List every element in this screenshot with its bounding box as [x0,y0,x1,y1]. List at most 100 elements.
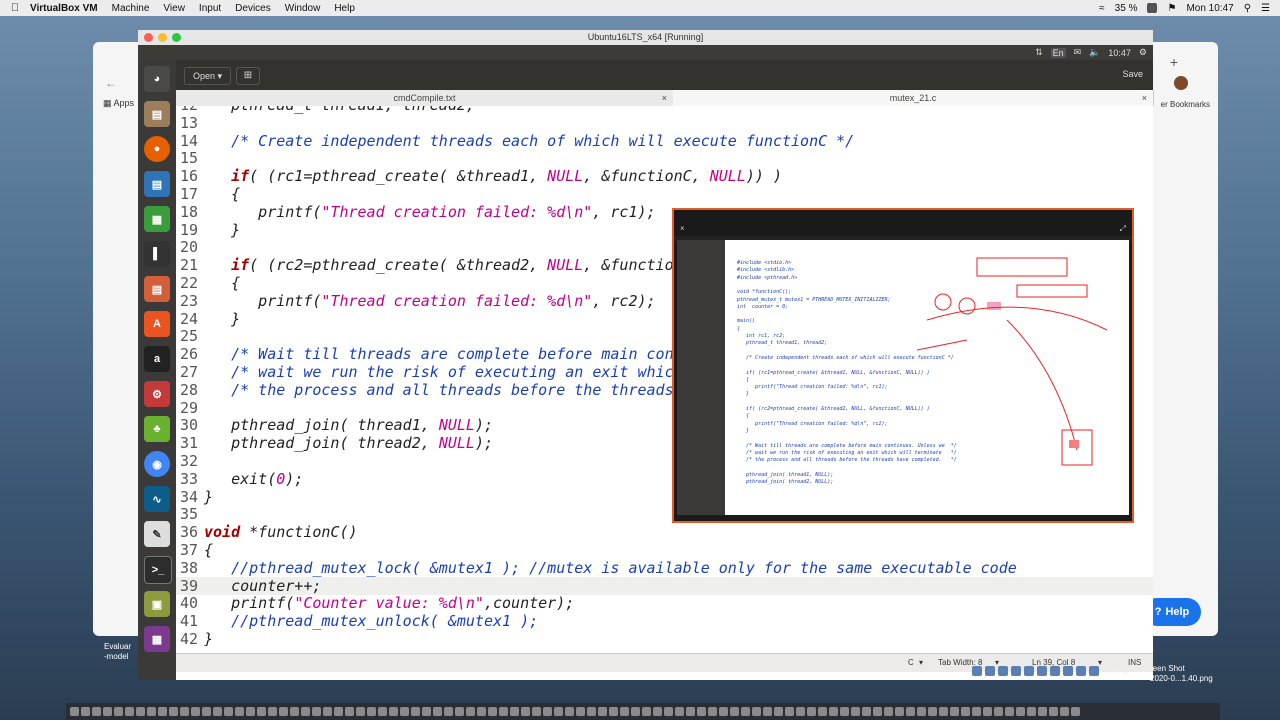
ubuntu-dash-icon[interactable]: ◕ [144,66,170,92]
dock-app-icon[interactable] [389,707,398,716]
dock-app-icon[interactable] [301,707,310,716]
system-settings-icon[interactable]: ⚙ [144,381,170,407]
dock-app-icon[interactable] [1060,707,1069,716]
network-adapter-icon[interactable] [1011,666,1021,676]
dock-app-icon[interactable] [620,707,629,716]
dock-app-icon[interactable] [1027,707,1036,716]
dock-app-icon[interactable] [818,707,827,716]
dock-app-icon[interactable] [224,707,233,716]
mail-icon[interactable]: ✉ [1074,47,1082,58]
dock-app-icon[interactable] [499,707,508,716]
tab-cmdcompile[interactable]: cmdCompile.txt × [176,90,674,106]
archive-icon[interactable]: ▣ [144,591,170,617]
video-pip-overlay[interactable]: × ⤢ #include <stdio.h> #include <stdlib.h… [672,208,1134,523]
language-selector[interactable]: C [908,658,914,667]
dock-app-icon[interactable] [873,707,882,716]
terminal-app-icon[interactable]: ▌ [144,241,170,267]
dock-app-icon[interactable] [730,707,739,716]
menu-devices[interactable]: Devices [235,3,271,14]
dock-app-icon[interactable] [829,707,838,716]
dock-app-icon[interactable] [92,707,101,716]
volume-icon[interactable]: 🔈 [1089,47,1100,58]
files-icon[interactable]: ▤ [144,101,170,127]
battery-icon[interactable] [1147,3,1158,13]
audio-icon[interactable] [998,666,1008,676]
code-line[interactable]: 36 void *functionC() [176,523,1153,541]
dock-app-icon[interactable] [378,707,387,716]
dock-app-icon[interactable] [598,707,607,716]
chrome-icon[interactable]: ◉ [144,451,170,477]
menu-view[interactable]: View [163,3,185,14]
code-line[interactable]: 37{ [176,541,1153,559]
dock-app-icon[interactable] [609,707,618,716]
dock-app-icon[interactable] [862,707,871,716]
dock-app-icon[interactable] [576,707,585,716]
minimize-window-icon[interactable] [158,33,167,42]
dock-app-icon[interactable] [444,707,453,716]
menu-input[interactable]: Input [199,3,221,14]
writer-icon[interactable]: ▤ [144,171,170,197]
dock-app-icon[interactable] [334,707,343,716]
dock-app-icon[interactable] [686,707,695,716]
dock-app-icon[interactable] [268,707,277,716]
flag-icon[interactable]: ⚑ [1167,3,1176,14]
dock-app-icon[interactable] [565,707,574,716]
battery-percent[interactable]: 35 % [1115,3,1138,14]
keyboard-lang[interactable]: En [1050,47,1066,58]
code-line-current[interactable]: 39 counter++; [176,576,1153,595]
dock-app-icon[interactable] [741,707,750,716]
usb-icon[interactable] [1024,666,1034,676]
hdd-icon[interactable] [972,666,982,676]
dock-app-icon[interactable] [543,707,552,716]
open-button[interactable]: Open ▾ [184,67,232,85]
code-line[interactable]: 14 /* Create independent threads each of… [176,132,1153,150]
dock-app-icon[interactable] [675,707,684,716]
dock-app-icon[interactable] [774,707,783,716]
apps-bookmark[interactable]: ▦ Apps [103,98,134,109]
dock-app-icon[interactable] [455,707,464,716]
dock-app-icon[interactable] [257,707,266,716]
close-tab-icon[interactable]: × [662,90,667,106]
puzzle-app-icon[interactable]: ♣ [144,416,170,442]
avatar[interactable] [1174,76,1188,90]
dock-app-icon[interactable] [125,707,134,716]
dock-app-icon[interactable] [664,707,673,716]
impress-icon[interactable]: ▤ [144,276,170,302]
dock-app-icon[interactable] [114,707,123,716]
dock-app-icon[interactable] [587,707,596,716]
dock-app-icon[interactable] [466,707,475,716]
menu-window[interactable]: Window [285,3,321,14]
dock-app-icon[interactable] [950,707,959,716]
save-button[interactable]: Save [1122,69,1143,79]
code-line[interactable]: 40 printf("Counter value: %d\n",counter)… [176,594,1153,612]
dock-app-icon[interactable] [235,707,244,716]
dock-app-icon[interactable] [972,707,981,716]
dock-app-icon[interactable] [70,707,79,716]
close-tab-icon[interactable]: × [1142,90,1147,106]
new-tab-icon[interactable]: + [1170,54,1178,70]
dock-app-icon[interactable] [1038,707,1047,716]
dock-app-icon[interactable] [752,707,761,716]
dock-app-icon[interactable] [521,707,530,716]
tab-mutex[interactable]: mutex_21.c × [673,90,1154,106]
dock-app-icon[interactable] [158,707,167,716]
dock-app-icon[interactable] [246,707,255,716]
code-line[interactable]: 38 //pthread_mutex_lock( &mutex1 ); //mu… [176,559,1153,577]
dock-app-icon[interactable] [983,707,992,716]
wifi-icon[interactable]: ≈ [1099,3,1105,14]
dock-app-icon[interactable] [213,707,222,716]
zoom-window-icon[interactable] [172,33,181,42]
dock-app-icon[interactable] [884,707,893,716]
clock[interactable]: Mon 10:47 [1186,3,1233,14]
dock-app-icon[interactable] [994,707,1003,716]
dock-app-icon[interactable] [906,707,915,716]
dock-app-icon[interactable] [653,707,662,716]
dock-app-icon[interactable] [939,707,948,716]
workspace-switcher-icon[interactable]: ▦ [144,626,170,652]
terminal-icon[interactable]: >_ [144,556,172,584]
code-line[interactable]: 13 [176,114,1153,132]
code-line[interactable]: 16 if( (rc1=pthread_create( &thread1, NU… [176,167,1153,185]
code-line[interactable]: 41 //pthread_mutex_unlock( &mutex1 ); [176,612,1153,630]
dock-app-icon[interactable] [1005,707,1014,716]
dock-app-icon[interactable] [917,707,926,716]
